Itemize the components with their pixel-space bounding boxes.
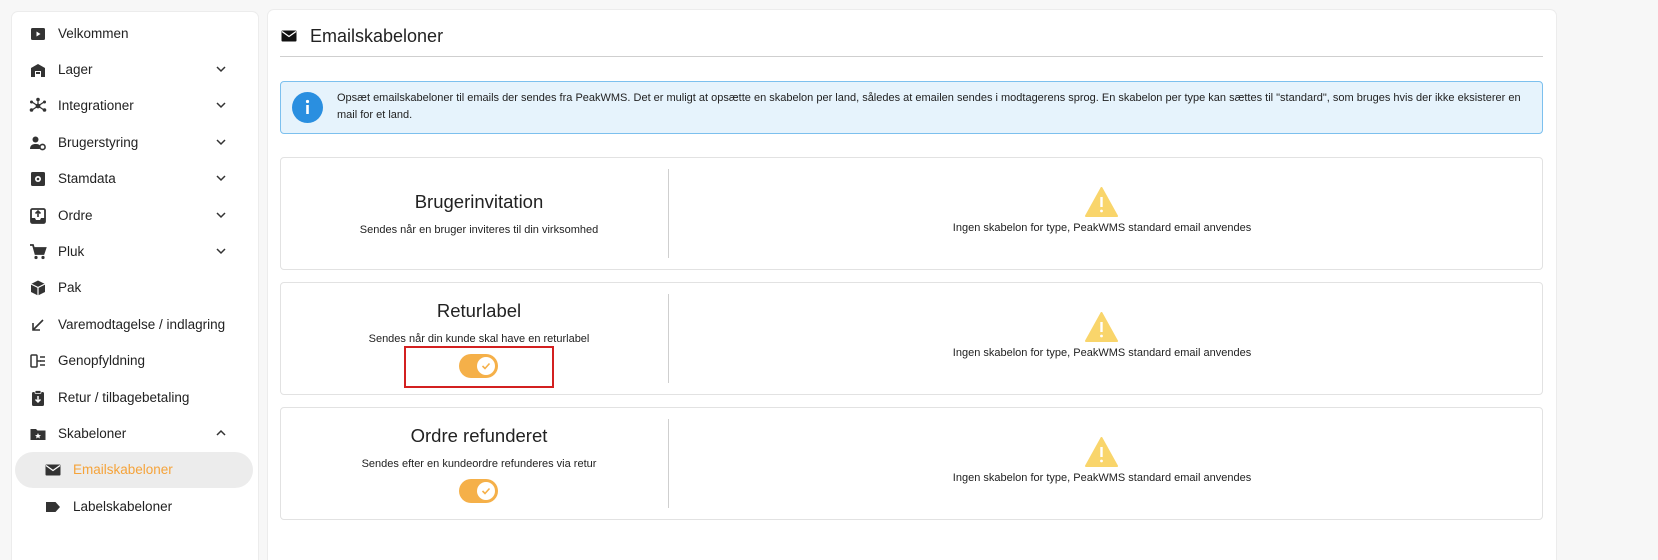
package-icon [30, 280, 46, 296]
sidebar-item-lager[interactable]: Lager [12, 52, 258, 88]
mail-icon [281, 30, 297, 42]
warning-icon [1085, 312, 1118, 342]
cog-box-icon [31, 172, 45, 186]
sidebar-item-label: Velkommen [58, 26, 129, 41]
sidebar-item-label: Emailskabeloner [73, 462, 173, 477]
chevron-up-icon [216, 429, 226, 436]
sidebar-item-label: Skabeloner [58, 426, 127, 441]
card-info: Ordre refunderet Sendes efter en kundeor… [281, 408, 668, 519]
check-icon [481, 487, 491, 495]
sidebar-item-genopfyldning[interactable]: Genopfyldning [12, 343, 258, 379]
sidebar-item-label: Varemodtagelse / indlagring [58, 317, 226, 332]
label-icon [46, 502, 60, 512]
chevron-down-icon [216, 175, 226, 182]
chevron-down-icon [216, 66, 226, 73]
info-text: Opsæt emailskabeloner til emails der sen… [337, 92, 1521, 121]
sidebar-item-label: Brugerstyring [58, 135, 139, 150]
template-folder-icon [30, 429, 46, 440]
hub-icon [29, 97, 47, 112]
info-alert: Opsæt emailskabeloner til emails der sen… [280, 81, 1543, 134]
sidebar-item-retur[interactable]: Retur / tilbagebetaling [12, 380, 258, 416]
card-status-message: Ingen skabelon for type, PeakWMS standar… [952, 222, 1252, 234]
user-settings-icon [30, 136, 46, 151]
sidebar-item-pak[interactable]: Pak [12, 270, 258, 306]
sidebar-item-pluk[interactable]: Pluk [12, 234, 258, 270]
chevron-down-icon [216, 102, 226, 109]
sidebar-item-brugerstyring[interactable]: Brugerstyring [12, 125, 258, 161]
sidebar-item-varemodtagelse[interactable]: Varemodtagelse / indlagring [12, 307, 258, 343]
refill-icon [30, 354, 45, 368]
chevron-down-icon [216, 248, 226, 255]
card-divider [668, 419, 669, 508]
template-card-ordre-refunderet: Ordre refunderet Sendes efter en kundeor… [280, 407, 1543, 520]
chevron-down-icon [216, 212, 226, 219]
sidebar-item-label: Ordre [58, 208, 93, 223]
highlight-annotation [404, 346, 554, 388]
inbox-upload-icon [30, 208, 46, 224]
page-title: Emailskabeloner [310, 25, 444, 46]
warehouse-icon [31, 64, 45, 77]
card-info: Brugerinvitation Sendes når en bruger in… [281, 158, 668, 269]
sidebar-item-label: Genopfyldning [58, 353, 146, 368]
card-description: Sendes når din kunde skal have en returl… [368, 333, 590, 345]
clipboard-return-icon [32, 390, 44, 406]
sidebar-item-label: Pak [58, 280, 82, 295]
warning-icon [1085, 437, 1118, 467]
sidebar-item-label: Retur / tilbagebetaling [58, 390, 190, 405]
sidebar-item-stamdata[interactable]: Stamdata [12, 161, 258, 197]
card-title: Brugerinvitation [414, 191, 544, 212]
sidebar-item-label: Labelskabeloner [73, 499, 173, 514]
card-description: Sendes når en bruger inviteres til din v… [359, 224, 599, 236]
cart-icon [30, 244, 47, 260]
sidebar-item-label: Stamdata [58, 171, 116, 186]
sidebar-item-ordre[interactable]: Ordre [12, 198, 258, 234]
card-status-message: Ingen skabelon for type, PeakWMS standar… [952, 347, 1252, 359]
sidebar-subitem-labelskabeloner[interactable]: Labelskabeloner [12, 489, 258, 525]
template-card-brugerinvitation: Brugerinvitation Sendes når en bruger in… [280, 157, 1543, 270]
main-panel: Emailskabeloner Opsæt emailskabeloner ti… [268, 10, 1556, 560]
sidebar: Velkommen Lager Integrationer Brugerstyr… [12, 12, 258, 560]
sidebar-subitem-emailskabeloner[interactable]: Emailskabeloner [12, 452, 258, 488]
page-header: Emailskabeloner [280, 22, 443, 50]
warning-icon [1085, 187, 1118, 217]
card-title: Returlabel [436, 300, 522, 321]
sidebar-item-label: Lager [58, 62, 93, 77]
card-status-message: Ingen skabelon for type, PeakWMS standar… [952, 472, 1252, 484]
title-divider [280, 56, 1543, 57]
mail-icon [45, 464, 61, 476]
sidebar-item-integrationer[interactable]: Integrationer [12, 88, 258, 124]
card-description: Sendes efter en kundeordre refunderes vi… [361, 458, 597, 470]
template-card-returlabel: Returlabel Sendes når din kunde skal hav… [280, 282, 1543, 395]
sidebar-item-skabeloner[interactable]: Skabeloner [12, 416, 258, 452]
card-divider [668, 169, 669, 258]
info-icon [292, 92, 323, 123]
play-icon [31, 28, 45, 40]
arrow-down-left-icon [32, 319, 44, 331]
sidebar-item-label: Pluk [58, 244, 85, 259]
toggle-knob [477, 482, 495, 500]
enable-toggle[interactable] [459, 479, 498, 503]
sidebar-item-velkommen[interactable]: Velkommen [12, 16, 258, 52]
chevron-down-icon [216, 139, 226, 146]
sidebar-item-label: Integrationer [58, 98, 134, 113]
card-divider [668, 294, 669, 383]
card-title: Ordre refunderet [410, 425, 548, 446]
card-info: Returlabel Sendes når din kunde skal hav… [281, 283, 668, 394]
